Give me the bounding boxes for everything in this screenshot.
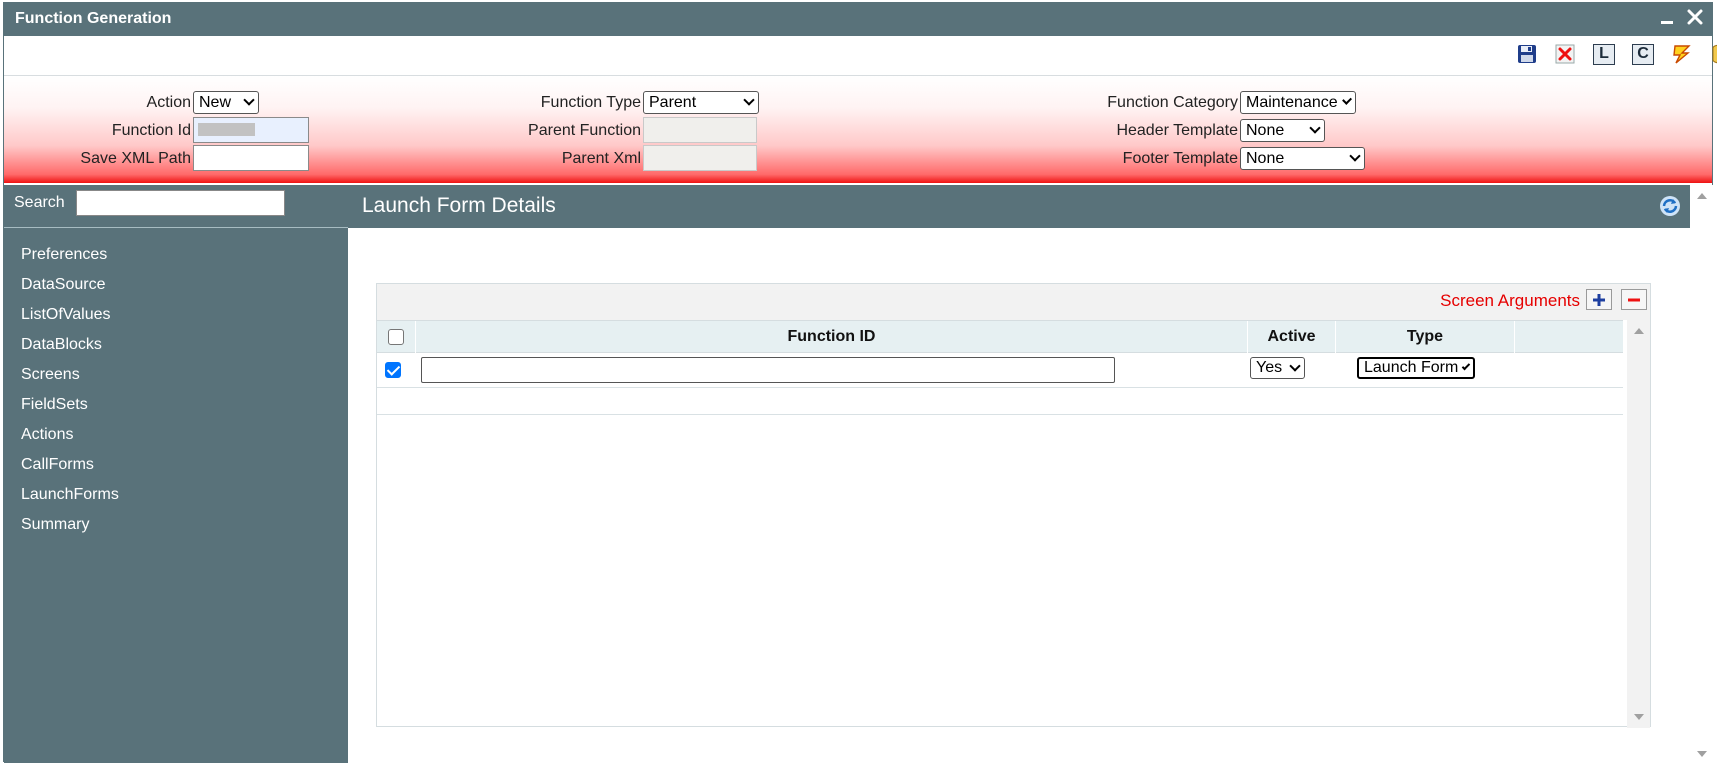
toolbar: L C [4, 36, 1717, 76]
screen-arguments-header: Screen Arguments [377, 284, 1650, 320]
screen-arguments-title: Screen Arguments [1440, 291, 1580, 310]
header-select-cell [377, 321, 416, 353]
grid-scrollbar[interactable] [1627, 320, 1650, 728]
function-type-label: Function Type [540, 94, 641, 111]
delete-button[interactable] [1554, 43, 1576, 65]
c-button[interactable]: C [1632, 43, 1654, 65]
page-scroll-down-icon[interactable] [1697, 751, 1707, 757]
grid-header: Function ID Active Type [377, 320, 1623, 353]
footer-template-label: Footer Template [1122, 150, 1238, 167]
generate-button[interactable] [1671, 43, 1693, 65]
chevron-down-icon [743, 94, 755, 106]
save-button[interactable] [1516, 43, 1538, 65]
window-title: Function Generation [15, 10, 172, 27]
l-label: L [1593, 43, 1615, 65]
refresh-icon[interactable] [1658, 194, 1682, 218]
active-select[interactable]: Yes [1250, 357, 1305, 379]
chevron-down-icon [1341, 94, 1352, 106]
header-template-label: Header Template [1116, 122, 1238, 139]
parent-function-input[interactable] [643, 117, 757, 143]
red-x-icon [1555, 44, 1575, 64]
sidebar-item-datablocks[interactable]: DataBlocks [4, 330, 348, 360]
save-xml-path-input[interactable] [193, 145, 309, 171]
chevron-down-icon [243, 94, 255, 106]
scroll-up-icon[interactable] [1634, 328, 1644, 334]
sidebar-item-listofvalues[interactable]: ListOfValues [4, 300, 348, 330]
select-all-checkbox[interactable] [388, 329, 404, 345]
save-xml-path-label: Save XML Path [80, 150, 191, 167]
minus-icon [1628, 298, 1640, 301]
parent-function-label: Parent Function [528, 122, 641, 139]
search-input[interactable] [76, 190, 285, 216]
function-id-label: Function Id [111, 122, 191, 139]
page-scroll-up-icon[interactable] [1697, 193, 1707, 199]
chevron-down-icon [1349, 150, 1361, 162]
function-id-input[interactable] [193, 117, 309, 143]
chevron-down-icon [1461, 361, 1471, 370]
l-button[interactable]: L [1593, 43, 1615, 65]
header-form: Action New Function Id Save XML Path Fun… [4, 76, 1712, 183]
active-value: Yes [1256, 359, 1283, 376]
function-category-label: Function Category [1107, 94, 1238, 111]
sidebar-item-datasource[interactable]: DataSource [4, 270, 348, 300]
main-content: Screen Arguments Function ID Active Type [348, 228, 1690, 763]
chevron-down-icon [1289, 359, 1301, 372]
chevron-down-icon [1309, 122, 1321, 134]
sidebar: Search Preferences DataSource ListOfValu… [4, 185, 348, 763]
page-scrollbar[interactable] [1690, 185, 1714, 763]
action-value: New [199, 93, 232, 111]
column-type[interactable]: Type [1336, 321, 1515, 353]
type-select[interactable]: Launch Form [1357, 357, 1475, 379]
deploy-button[interactable] [1710, 43, 1717, 65]
redacted-value [198, 123, 255, 136]
title-bar: Function Generation [4, 3, 1712, 36]
column-active[interactable]: Active [1248, 321, 1336, 353]
function-category-value: Maintenance [1246, 93, 1338, 111]
function-category-select[interactable]: Maintenance [1240, 91, 1356, 114]
sidebar-item-launchforms[interactable]: LaunchForms [4, 480, 348, 510]
parent-xml-input[interactable] [643, 145, 757, 171]
sidebar-item-preferences[interactable]: Preferences [4, 240, 348, 270]
floppy-disk-icon [1518, 45, 1536, 63]
search-label: Search [14, 194, 65, 211]
function-type-select[interactable]: Parent [643, 91, 759, 114]
footer-template-select[interactable]: None [1240, 147, 1365, 170]
remove-row-button[interactable] [1621, 289, 1647, 310]
table-row-empty [377, 388, 1623, 415]
table-row: Yes Launch Form [377, 353, 1623, 388]
c-label: C [1632, 43, 1654, 65]
scroll-down-icon[interactable] [1634, 714, 1644, 720]
minimize-icon[interactable] [1660, 7, 1674, 31]
page-title: Launch Form Details [362, 194, 556, 217]
column-function-id[interactable]: Function ID [416, 321, 1248, 353]
header-template-value: None [1246, 121, 1285, 139]
sidebar-item-summary[interactable]: Summary [4, 510, 348, 540]
action-label: Action [146, 94, 191, 111]
row-checkbox[interactable] [385, 362, 401, 378]
sidebar-item-screens[interactable]: Screens [4, 360, 348, 390]
database-icon [1712, 44, 1717, 64]
sidebar-search-bar: Search [4, 185, 348, 228]
function-type-value: Parent [649, 93, 697, 111]
screen-arguments-panel: Screen Arguments Function ID Active Type [376, 283, 1651, 728]
sidebar-item-callforms[interactable]: CallForms [4, 450, 348, 480]
action-select[interactable]: New [193, 91, 259, 114]
function-generation-window: Function Generation L C Action New Funct… [3, 2, 1717, 763]
main-header: Launch Form Details [348, 185, 1690, 228]
sidebar-item-actions[interactable]: Actions [4, 420, 348, 450]
footer-template-value: None [1246, 149, 1285, 167]
type-value: Launch Form [1364, 359, 1459, 376]
sidebar-item-fieldsets[interactable]: FieldSets [4, 390, 348, 420]
close-icon[interactable] [1686, 8, 1704, 30]
add-row-button[interactable] [1586, 289, 1612, 310]
lightning-icon [1673, 45, 1691, 64]
parent-xml-label: Parent Xml [561, 150, 641, 167]
header-template-select[interactable]: None [1240, 119, 1325, 142]
screen-arguments-grid: Function ID Active Type Yes Launch Form [377, 320, 1623, 415]
function-id-field[interactable] [421, 357, 1115, 383]
plus-icon [1593, 293, 1605, 306]
sidebar-nav: Preferences DataSource ListOfValues Data… [4, 240, 348, 540]
